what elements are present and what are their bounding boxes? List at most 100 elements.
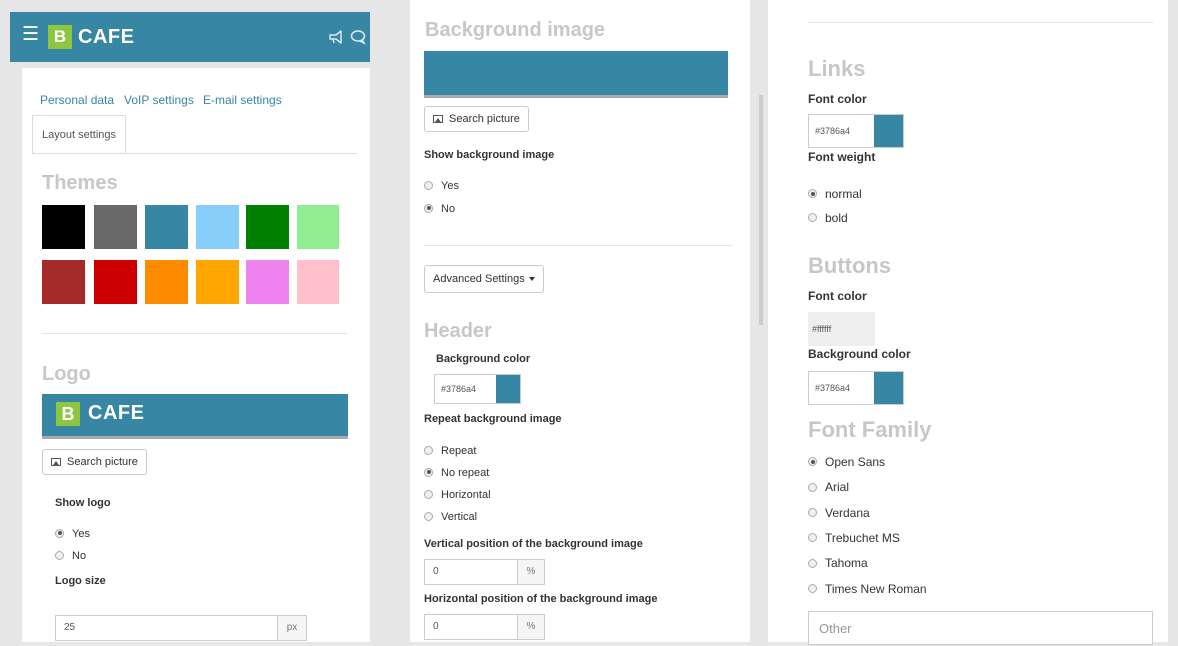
header-title: Header: [424, 320, 492, 342]
radio-label: Tahoma: [825, 556, 868, 571]
logo-preview: B CAFE: [42, 394, 348, 439]
radio-checked-icon[interactable]: [808, 189, 817, 199]
font-family-other-input[interactable]: Other: [808, 611, 1153, 645]
percent-addon: %: [517, 560, 544, 584]
color-swatch[interactable]: [874, 115, 903, 147]
megaphone-icon[interactable]: [328, 29, 344, 45]
font-family-option[interactable]: Times New Roman: [808, 580, 927, 598]
radio-icon[interactable]: [808, 482, 817, 492]
logo-title: Logo: [42, 363, 91, 385]
vertical-position-input[interactable]: 0 %: [424, 559, 545, 585]
tab-voip-settings[interactable]: VoIP settings: [124, 93, 194, 107]
radio-checked-icon[interactable]: [424, 203, 433, 213]
radio-checked-icon[interactable]: [55, 528, 64, 538]
links-font-weight-label: Font weight: [808, 150, 876, 164]
tab-personal-data[interactable]: Personal data: [40, 93, 114, 107]
logo-search-picture-button[interactable]: Search picture: [42, 449, 147, 475]
links-title: Links: [808, 56, 866, 81]
advanced-settings-button[interactable]: Advanced Settings: [424, 265, 544, 293]
font-family-option[interactable]: Trebuchet MS: [808, 529, 900, 547]
input-value: 0: [433, 566, 439, 577]
theme-swatch[interactable]: [246, 205, 289, 249]
color-swatch[interactable]: [496, 375, 520, 403]
horizontal-position-input[interactable]: 0 %: [424, 614, 545, 640]
radio-label: No: [441, 203, 456, 215]
brand-logo-mark: B: [48, 25, 72, 49]
input-placeholder: Other: [819, 621, 852, 636]
font-weight-normal[interactable]: normal: [808, 185, 862, 203]
font-family-option[interactable]: Verdana: [808, 504, 870, 522]
radio-icon[interactable]: [808, 558, 817, 568]
theme-swatch[interactable]: [246, 260, 289, 304]
theme-swatch[interactable]: [196, 260, 239, 304]
radio-label: Arial: [825, 480, 850, 495]
radio-label: Trebuchet MS: [825, 530, 900, 545]
tab-email-settings[interactable]: E-mail settings: [203, 93, 282, 107]
hamburger-icon[interactable]: ☰: [22, 25, 39, 45]
color-hex-value: #3786a4: [441, 384, 477, 394]
show-background-no[interactable]: No: [424, 201, 455, 217]
vertical-position-label: Vertical position of the background imag…: [424, 538, 643, 550]
radio-icon[interactable]: [55, 550, 64, 560]
tab-layout-settings[interactable]: Layout settings: [32, 115, 126, 154]
font-weight-bold[interactable]: bold: [808, 209, 848, 227]
radio-icon[interactable]: [424, 180, 433, 190]
font-family-option[interactable]: Arial: [808, 478, 849, 496]
radio-icon[interactable]: [808, 583, 817, 593]
buttons-font-color-picker[interactable]: #ffffff: [808, 312, 875, 346]
chat-icon[interactable]: [350, 29, 366, 45]
font-family-option[interactable]: Tahoma: [808, 554, 868, 572]
tabs-divider: [32, 153, 357, 154]
theme-swatch[interactable]: [94, 205, 137, 249]
radio-label: Verdana: [825, 505, 870, 520]
radio-label: No: [72, 550, 87, 562]
themes-title: Themes: [42, 172, 118, 194]
theme-swatch[interactable]: [297, 205, 339, 249]
radio-icon[interactable]: [808, 507, 817, 517]
divider: [42, 333, 347, 334]
radio-checked-icon[interactable]: [808, 457, 817, 467]
theme-swatch[interactable]: [94, 260, 137, 304]
radio-label: Times New Roman: [825, 581, 927, 596]
radio-checked-icon[interactable]: [424, 467, 433, 477]
background-search-picture-button[interactable]: Search picture: [424, 106, 529, 132]
repeat-option-horizontal[interactable]: Horizontal: [424, 487, 491, 503]
show-background-yes[interactable]: Yes: [424, 178, 459, 194]
theme-swatch[interactable]: [42, 260, 85, 304]
header-bg-color-picker[interactable]: #3786a4: [434, 374, 521, 404]
radio-icon[interactable]: [424, 489, 433, 499]
theme-swatch[interactable]: [145, 205, 188, 249]
repeat-option-vertical[interactable]: Vertical: [424, 509, 477, 525]
radio-icon[interactable]: [424, 511, 433, 521]
show-logo-yes[interactable]: Yes: [55, 526, 90, 542]
color-hex-value: #3786a4: [815, 383, 851, 393]
logo-size-input[interactable]: 25 px: [55, 615, 307, 641]
radio-icon[interactable]: [808, 213, 817, 223]
color-swatch[interactable]: [874, 372, 903, 404]
show-logo-no[interactable]: No: [55, 548, 86, 564]
theme-swatch[interactable]: [196, 205, 239, 249]
radio-label: Repeat: [441, 445, 477, 457]
repeat-option-no-repeat[interactable]: No repeat: [424, 465, 489, 481]
links-font-color-picker[interactable]: #3786a4: [808, 114, 904, 148]
theme-swatch[interactable]: [42, 205, 85, 249]
radio-icon[interactable]: [808, 533, 817, 543]
radio-icon[interactable]: [424, 445, 433, 455]
panel-scrollbar[interactable]: [759, 95, 763, 325]
font-family-title: Font Family: [808, 417, 932, 442]
buttons-bg-color-label: Background color: [808, 347, 911, 361]
show-background-label: Show background image: [424, 149, 555, 161]
theme-swatch[interactable]: [297, 260, 339, 304]
buttons-bg-color-picker[interactable]: #3786a4: [808, 371, 904, 405]
font-family-option[interactable]: Open Sans: [808, 453, 885, 471]
color-hex-value: #3786a4: [815, 126, 851, 136]
links-font-color-label: Font color: [808, 92, 867, 106]
button-label: Search picture: [67, 456, 138, 468]
repeat-option-repeat[interactable]: Repeat: [424, 443, 476, 459]
theme-swatch[interactable]: [145, 260, 188, 304]
image-icon: [433, 115, 443, 124]
radio-label: bold: [825, 211, 848, 225]
radio-label: normal: [825, 187, 862, 201]
logo-preview-name: CAFE: [88, 402, 145, 424]
repeat-background-label: Repeat background image: [424, 413, 562, 425]
